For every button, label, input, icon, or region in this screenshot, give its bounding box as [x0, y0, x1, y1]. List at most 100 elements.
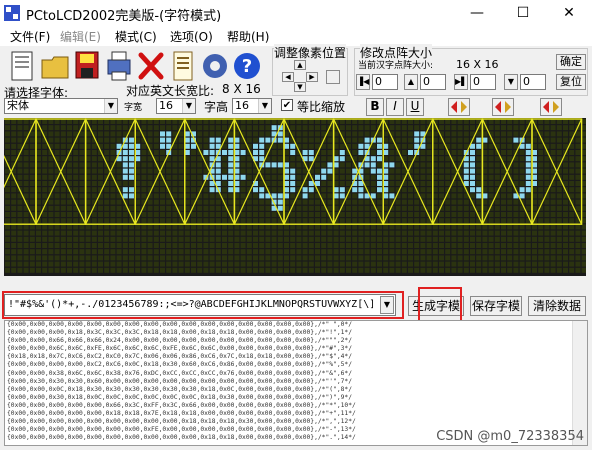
menu-edit[interactable]: 编辑(E): [60, 28, 101, 45]
save-disk-icon[interactable]: [72, 48, 102, 84]
center-button[interactable]: [326, 70, 340, 84]
mirror-button[interactable]: [540, 98, 562, 116]
width-select[interactable]: 16 ▼: [156, 98, 196, 114]
pixel-off: [519, 261, 525, 267]
output-line: {0x00,0x30,0x30,0x30,0x60,0x00,0x00,0x00…: [7, 377, 352, 385]
shrink-left-button[interactable]: ▐◀: [356, 74, 370, 90]
pixel-off: [550, 187, 556, 193]
rotate-left-button[interactable]: [448, 98, 470, 116]
italic-button[interactable]: I: [386, 98, 404, 116]
pixel-off: [153, 249, 159, 255]
flip-button[interactable]: [492, 98, 514, 116]
pixel-off: [79, 137, 85, 143]
settings-gear-icon[interactable]: [200, 48, 230, 84]
pixel-off: [73, 255, 79, 261]
pixel-off: [197, 131, 203, 137]
close-button[interactable]: ✕: [546, 0, 592, 26]
font-select[interactable]: 宋体 ▼: [4, 98, 118, 114]
pixel-off: [135, 131, 141, 137]
move-down-button[interactable]: ▼: [294, 82, 306, 92]
pixel-off: [240, 267, 246, 273]
pixel-off: [550, 267, 556, 273]
bold-button[interactable]: B: [366, 98, 384, 116]
menu-file[interactable]: 文件(F): [10, 28, 50, 45]
pixel-off: [544, 125, 550, 131]
pixel-off: [153, 131, 159, 137]
pixel-off: [426, 131, 432, 137]
pixel-off: [91, 181, 97, 186]
underline-button[interactable]: U: [406, 98, 424, 116]
pixel-off: [265, 205, 271, 211]
pixel-off: [364, 236, 370, 242]
pixel-off: [401, 230, 407, 236]
top-spin-input[interactable]: 0: [420, 74, 446, 90]
pixel-off: [513, 249, 519, 255]
pixel-on: [228, 143, 234, 149]
pixel-off: [538, 243, 544, 248]
save-font-button[interactable]: 保存字模: [470, 296, 522, 316]
maximize-button[interactable]: ☐: [500, 0, 546, 26]
pixel-off: [209, 224, 215, 230]
move-right-button[interactable]: ▶: [306, 72, 318, 82]
pixel-off: [501, 187, 506, 193]
pixel-off: [513, 224, 519, 230]
pixel-off: [432, 187, 438, 193]
pixel-off: [569, 168, 575, 174]
scale-checkbox[interactable]: ✔: [281, 99, 293, 111]
pixel-off: [110, 150, 116, 155]
help-icon[interactable]: ?: [232, 48, 262, 84]
pixel-off: [426, 137, 432, 143]
pixel-off: [110, 193, 116, 199]
pixel-off: [5, 199, 10, 205]
restore-button[interactable]: 复位: [556, 74, 586, 90]
delete-icon[interactable]: [136, 48, 166, 84]
pixel-off: [246, 125, 252, 131]
pixel-on: [122, 150, 128, 155]
right-spin-input[interactable]: 0: [470, 74, 496, 90]
pixel-off: [153, 143, 159, 149]
move-up-button[interactable]: ▲: [294, 60, 306, 70]
pixel-off: [253, 212, 258, 217]
document-icon[interactable]: [168, 48, 198, 84]
clear-data-button[interactable]: 清除数据: [528, 296, 586, 316]
pixel-off: [203, 137, 209, 143]
pixel-off: [203, 243, 209, 248]
print-icon[interactable]: [104, 48, 134, 84]
pixel-off: [389, 143, 395, 149]
output-text-area[interactable]: {0x00,0x00,0x00,0x00,0x00,0x00,0x00,0x00…: [4, 320, 588, 446]
pixel-off: [197, 249, 203, 255]
new-file-icon[interactable]: [8, 48, 38, 84]
confirm-button[interactable]: 确定: [556, 54, 586, 70]
shrink-right-button[interactable]: ▶▌: [454, 74, 468, 90]
pixel-off: [85, 187, 91, 193]
pixel-off: [445, 243, 451, 248]
bottom-spin-input[interactable]: 0: [520, 74, 546, 90]
move-left-button[interactable]: ◀: [282, 72, 294, 82]
shrink-top-button[interactable]: ▲: [404, 74, 418, 90]
pixel-off: [141, 125, 147, 131]
pixel-off: [104, 230, 110, 236]
shrink-bottom-button[interactable]: ▼: [504, 74, 518, 90]
dot-matrix-preview[interactable]: [0, 118, 587, 276]
pixel-off: [339, 267, 345, 273]
minimize-button[interactable]: —: [454, 0, 500, 26]
pixel-on: [470, 162, 475, 168]
left-spin-value: 0: [375, 75, 382, 88]
output-scrollbar[interactable]: [572, 321, 587, 445]
pixel-off: [98, 125, 103, 131]
menu-options[interactable]: 选项(O): [170, 28, 213, 45]
pixel-off: [48, 243, 54, 248]
left-spin-input[interactable]: 0: [372, 74, 398, 90]
pixel-off: [253, 249, 258, 255]
pixel-off: [488, 193, 494, 199]
pixel-off: [91, 224, 97, 230]
pixel-off: [147, 125, 153, 131]
height-select[interactable]: 16 ▼: [232, 98, 272, 114]
pixel-off: [463, 249, 469, 255]
menu-help[interactable]: 帮助(H): [227, 28, 269, 45]
pixel-off: [36, 168, 41, 174]
menu-mode[interactable]: 模式(C): [115, 28, 157, 45]
pixel-off: [550, 224, 556, 230]
pixel-off: [5, 230, 10, 236]
open-folder-icon[interactable]: [40, 48, 70, 84]
